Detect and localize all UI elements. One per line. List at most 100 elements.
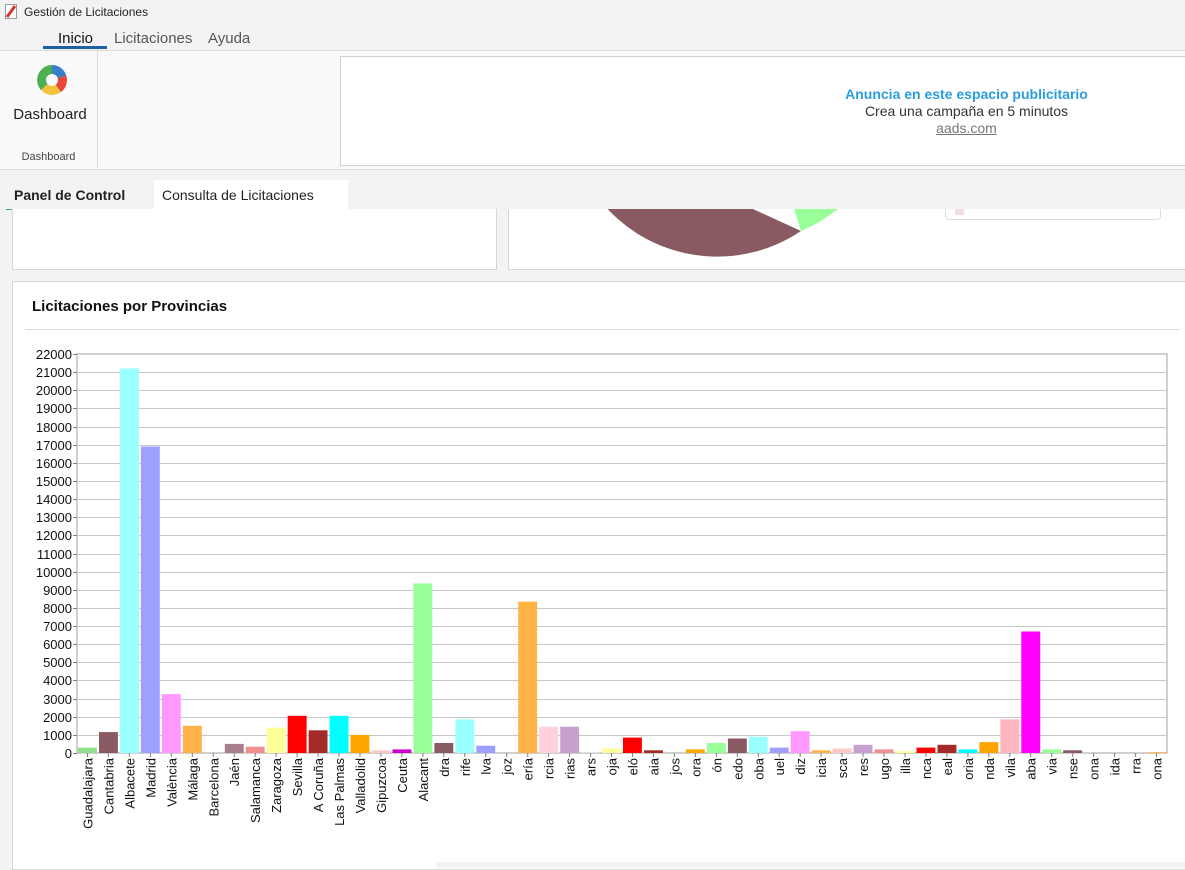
y-tick-label: 18000 bbox=[36, 420, 72, 435]
bar bbox=[434, 743, 454, 753]
x-tick-label: rra bbox=[1129, 757, 1144, 774]
x-tick-label: Albacete bbox=[122, 758, 137, 809]
y-tick-label: 21000 bbox=[36, 365, 72, 380]
bar bbox=[518, 601, 538, 753]
y-tick-label: 20000 bbox=[36, 383, 72, 398]
bar bbox=[602, 748, 621, 753]
x-tick-label: ón bbox=[709, 758, 724, 772]
x-tick-label: Barcelona bbox=[206, 757, 221, 816]
x-tick-label: nda bbox=[982, 757, 997, 779]
y-tick-label: 5000 bbox=[43, 655, 72, 670]
bar bbox=[140, 446, 160, 753]
panel-bottom-gap bbox=[436, 862, 1185, 868]
bar bbox=[685, 749, 705, 753]
ribbon-group-label: Dashboard bbox=[21, 151, 76, 163]
bar bbox=[581, 752, 600, 753]
dashboard-content: Licitaciones por Provincias 0 1000 2000 300… bbox=[0, 209, 1185, 870]
x-tick-label: diz bbox=[793, 758, 808, 775]
x-tick-label: Cantabria bbox=[101, 757, 116, 814]
pie-slice bbox=[794, 209, 838, 231]
dashboard-button-label: Dashboard bbox=[13, 106, 87, 123]
x-tick-label: València bbox=[164, 757, 179, 807]
x-tick-label: Jaén bbox=[227, 758, 242, 786]
y-tick-label: 22000 bbox=[36, 347, 72, 362]
x-tick-label: Zaragoza bbox=[269, 757, 284, 813]
x-tick-label: rife bbox=[458, 758, 473, 776]
y-tick-label: 3000 bbox=[43, 692, 72, 707]
bar bbox=[266, 727, 286, 753]
ad-title[interactable]: Anuncia en este espacio publicitario bbox=[844, 86, 1089, 102]
x-tick-label: Alacant bbox=[416, 758, 431, 802]
bar-chart: 0 1000 2000 3000 4000 5000 6000 7000 8000 9000 100… bbox=[36, 347, 1168, 829]
pie-slice bbox=[607, 209, 801, 257]
bar bbox=[853, 744, 873, 753]
y-tick-label: 16000 bbox=[36, 456, 72, 471]
y-tick-label: 8000 bbox=[43, 601, 72, 616]
x-tick-label: Málaga bbox=[185, 757, 200, 800]
bar bbox=[161, 694, 181, 753]
bar bbox=[895, 751, 915, 753]
x-tick-label: nse bbox=[1066, 758, 1081, 779]
bar bbox=[308, 730, 328, 753]
x-tick-label: Gipuzcoa bbox=[374, 757, 389, 813]
x-tick-label: rias bbox=[563, 758, 578, 779]
bar bbox=[224, 743, 244, 753]
bar bbox=[706, 743, 726, 753]
x-tick-label: ars bbox=[584, 758, 599, 777]
bar bbox=[392, 749, 412, 753]
bar bbox=[1063, 750, 1083, 753]
summary-panel bbox=[12, 209, 497, 270]
ad-subtitle: Crea una campaña en 5 minutos bbox=[864, 103, 1069, 119]
tab-panel-de-control[interactable]: Panel de Control bbox=[6, 180, 153, 211]
app-icon bbox=[5, 4, 17, 19]
bar bbox=[476, 745, 496, 753]
menu-ayuda[interactable]: Ayuda bbox=[208, 30, 250, 47]
title-bar: Gestión de Licitaciones bbox=[0, 0, 1185, 24]
bar bbox=[916, 747, 936, 753]
active-menu-indicator bbox=[43, 46, 107, 49]
x-tick-label: vila bbox=[1003, 757, 1018, 777]
x-tick-label: sca bbox=[835, 757, 850, 778]
y-tick-label: 10000 bbox=[36, 565, 72, 580]
y-tick-label: 1000 bbox=[43, 728, 72, 743]
x-tick-label: nca bbox=[919, 757, 934, 779]
bar bbox=[958, 749, 978, 753]
bar bbox=[769, 747, 789, 753]
menu-inicio[interactable]: Inicio bbox=[58, 30, 93, 47]
menu-licitaciones[interactable]: Licitaciones bbox=[114, 30, 192, 47]
x-tick-label: A Coruña bbox=[311, 757, 326, 812]
bar bbox=[329, 715, 349, 753]
bar bbox=[727, 738, 747, 753]
y-tick-label: 4000 bbox=[43, 673, 72, 688]
x-tick-label: rcia bbox=[542, 757, 557, 779]
y-tick-label: 0 bbox=[65, 746, 72, 761]
pie-legend bbox=[945, 209, 1161, 220]
x-tick-label: res bbox=[856, 758, 871, 777]
y-tick-label: 6000 bbox=[43, 637, 72, 652]
dashboard-button[interactable]: Dashboard bbox=[4, 59, 94, 129]
bar bbox=[78, 747, 97, 753]
y-tick-label: 13000 bbox=[36, 510, 72, 525]
bar bbox=[1021, 631, 1041, 753]
ad-link[interactable]: aads.com bbox=[844, 120, 1089, 136]
x-tick-label: eal bbox=[940, 758, 955, 775]
window-title: Gestión de Licitaciones bbox=[24, 5, 149, 19]
y-tick-label: 14000 bbox=[36, 492, 72, 507]
x-tick-label: Ceuta bbox=[395, 757, 410, 792]
x-tick-label: Salamanca bbox=[248, 757, 263, 823]
x-tick-label: edo bbox=[730, 758, 745, 780]
bar bbox=[748, 736, 768, 753]
plot-area bbox=[76, 353, 1168, 754]
tab-bar: Panel de Control Consulta de Licitacione… bbox=[0, 180, 1185, 211]
x-tick-label: ora bbox=[688, 757, 703, 777]
y-tick-label: 11000 bbox=[37, 547, 72, 562]
bar bbox=[790, 731, 810, 753]
menu-bar: Inicio Licitaciones Ayuda bbox=[0, 26, 1185, 50]
x-tick-label: joz bbox=[500, 758, 515, 776]
x-tick-label: eló bbox=[626, 758, 641, 775]
x-tick-label: Guadalajara bbox=[81, 757, 96, 829]
x-tick-label: ona bbox=[1150, 757, 1165, 779]
x-tick-label: illa bbox=[898, 757, 913, 774]
tab-consulta-de-licitaciones[interactable]: Consulta de Licitaciones bbox=[154, 180, 348, 209]
legend-swatch bbox=[955, 209, 964, 215]
